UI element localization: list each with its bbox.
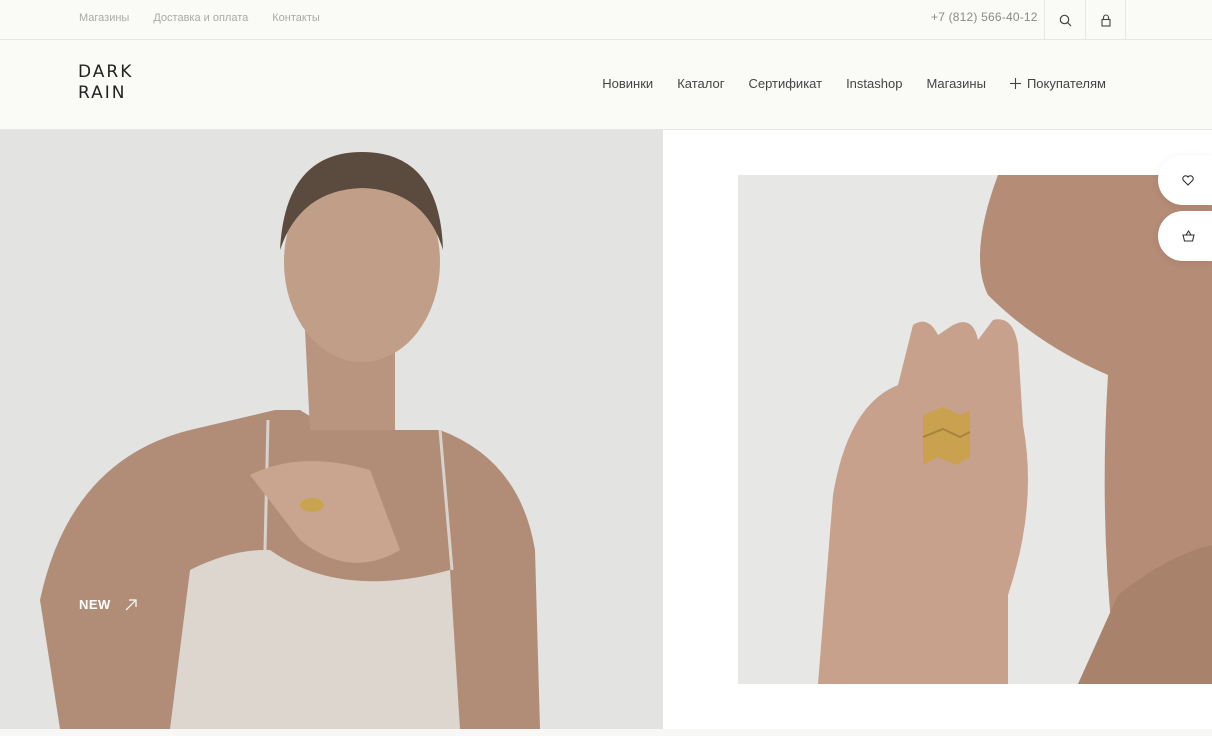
nav-item-customers-label: Покупателям [1026, 76, 1106, 91]
ring-closeup-photo [738, 175, 1212, 684]
model-portrait-image [0, 130, 663, 729]
logo[interactable]: DARK RAIN [78, 62, 138, 106]
logo-line-2: RAIN [78, 83, 127, 103]
search-icon [1059, 14, 1071, 26]
nav-item-stores[interactable]: Магазины [926, 76, 986, 91]
ring-closeup-image [738, 175, 1212, 684]
account-button[interactable] [1085, 0, 1126, 40]
plus-icon [1009, 78, 1021, 89]
new-collection-label: NEW [79, 597, 111, 612]
cart-button[interactable] [1158, 211, 1212, 261]
new-collection-link[interactable]: NEW [79, 597, 137, 612]
logo-line-1: DARK [78, 62, 134, 82]
bottom-strip [0, 729, 1212, 736]
hero-left-banner[interactable]: NEW [0, 130, 663, 729]
heart-icon [1182, 174, 1194, 186]
arrow-up-right-icon [125, 598, 137, 610]
nav-item-catalog[interactable]: Каталог [677, 76, 724, 91]
search-button[interactable] [1044, 0, 1085, 40]
nav-item-certificate[interactable]: Сертификат [748, 76, 822, 91]
top-link-stores[interactable]: Магазины [79, 12, 129, 24]
top-links: Магазины Доставка и оплата Контакты [79, 12, 320, 24]
favorites-button[interactable] [1158, 155, 1212, 205]
nav-item-customers[interactable]: Покупателям [1009, 76, 1106, 91]
phone-number[interactable]: +7 (812) 566-40-12 [931, 10, 1038, 24]
nav-item-instashop[interactable]: Instashop [846, 76, 902, 91]
top-link-contacts[interactable]: Контакты [272, 12, 320, 24]
user-icon [1100, 13, 1111, 27]
main-nav: Новинки Каталог Сертификат Instashop Маг… [602, 76, 1106, 91]
top-bar: Магазины Доставка и оплата Контакты +7 (… [0, 0, 1212, 40]
basket-icon [1181, 230, 1195, 242]
hero-right-banner[interactable] [663, 130, 1212, 729]
main-header: DARK RAIN Новинки Каталог Сертификат Ins… [0, 40, 1212, 130]
nav-item-new[interactable]: Новинки [602, 76, 653, 91]
top-link-delivery[interactable]: Доставка и оплата [153, 12, 248, 24]
